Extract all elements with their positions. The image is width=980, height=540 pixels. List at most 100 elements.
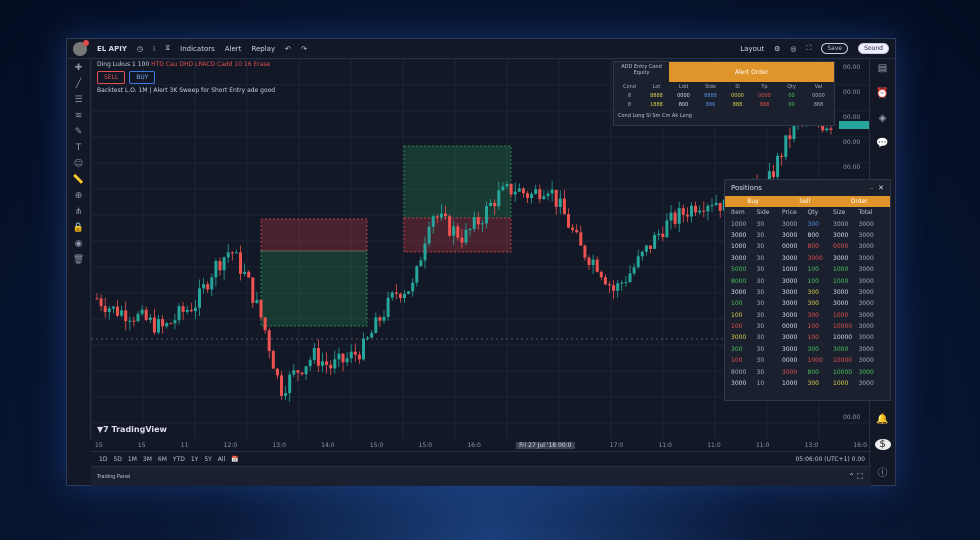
replay-button[interactable]: Replay <box>251 45 275 53</box>
pattern-icon[interactable]: ≋ <box>75 111 83 121</box>
book-row[interactable]: 3000 10 1000 300 1000 3000 <box>725 378 890 389</box>
buy-button[interactable]: BUY <box>129 71 156 84</box>
eye-icon[interactable]: ◉ <box>75 239 83 249</box>
tab-buy[interactable]: Buy <box>747 198 758 205</box>
candle <box>316 348 320 366</box>
chat-icon[interactable]: 💬 <box>876 138 888 149</box>
sell-button[interactable]: SELL <box>97 71 126 84</box>
candle <box>263 317 267 331</box>
timeframe-ytd[interactable]: YTD <box>173 456 185 463</box>
tab-sell[interactable]: Sell <box>799 198 810 205</box>
collapse-icon[interactable]: ⌃ ⛶ <box>848 472 863 482</box>
magnet-icon[interactable]: ⋔ <box>75 207 83 217</box>
info-cell: 0000 <box>677 93 690 99</box>
fib-icon[interactable]: ☰ <box>74 95 82 105</box>
candle <box>825 128 829 131</box>
book-cell: 3000 <box>858 288 874 296</box>
book-row[interactable]: 8000 30 3000 100 1000 3000 <box>725 275 890 286</box>
book-cell: 800 <box>807 368 819 376</box>
book-row[interactable]: 3000 30 3000 100 10000 3000 <box>725 332 890 343</box>
candle <box>325 361 329 365</box>
layout-button[interactable]: Layout <box>740 45 764 53</box>
minimize-icon[interactable]: – <box>870 184 874 192</box>
book-col-header: Size <box>833 209 846 217</box>
timeframe-1y[interactable]: 1Y <box>191 456 198 463</box>
book-row[interactable]: 100 30 3000 300 1000 3000 <box>725 310 890 321</box>
share-button[interactable]: Sound <box>858 43 889 54</box>
ruler-icon[interactable]: 📏 <box>73 175 84 185</box>
book-cell: 3000 <box>858 254 874 262</box>
settings-icon[interactable]: ⚙ <box>774 45 780 53</box>
book-row[interactable]: 3000 30 3000 300 3000 3000 <box>725 287 890 298</box>
candle <box>333 359 337 369</box>
timeframe-all[interactable]: All <box>218 456 225 463</box>
trading-panel-tab[interactable]: Trading Panel <box>97 474 130 480</box>
book-cell: 3000 <box>858 220 874 228</box>
book-row[interactable]: 8000 30 3000 800 10000 3000 <box>725 366 890 377</box>
save-button[interactable]: Save <box>821 43 849 54</box>
book-cell: 100 <box>807 334 819 342</box>
book-col-header: Qty <box>807 209 819 217</box>
positions-title: Positions <box>731 184 762 192</box>
avatar[interactable] <box>73 39 89 56</box>
date-range-icon[interactable]: 📅 <box>231 456 238 463</box>
book-row[interactable]: 1000 30 3000 300 3000 3000 <box>725 218 890 229</box>
alert-order-button[interactable]: Alert Order <box>669 62 834 82</box>
clock-icon[interactable]: ◷ <box>137 45 143 53</box>
book-row[interactable]: 100 30 3000 300 3000 3000 <box>725 298 890 309</box>
book-row[interactable]: 100 30 0000 100 10000 3000 <box>725 321 890 332</box>
close-icon[interactable]: ✕ <box>878 184 884 192</box>
book-row[interactable]: 3000 30 3000 800 3000 3000 <box>725 230 890 241</box>
price-tick: 00.00 <box>843 139 860 146</box>
info-sub: Equity <box>633 70 650 76</box>
dollar-icon[interactable]: $ <box>874 439 891 450</box>
book-cell: 3000 <box>858 311 874 319</box>
crosshair-icon[interactable]: ✚ <box>75 63 83 73</box>
book-cell: 1000 <box>833 277 849 285</box>
lock-icon[interactable]: 🔒 <box>73 223 84 233</box>
data-window-icon[interactable]: ◈ <box>879 113 887 124</box>
candle <box>288 374 292 394</box>
interval-button[interactable]: ⁞ <box>153 45 155 53</box>
timeframe-1m[interactable]: 1M <box>128 456 137 463</box>
price-tick: 00.00 <box>843 114 860 121</box>
candle <box>255 299 259 303</box>
indicators-button[interactable]: Indicators <box>180 45 215 53</box>
timeframe-6m[interactable]: 6M <box>158 456 167 463</box>
timeframe-5y[interactable]: 5Y <box>204 456 211 463</box>
fullscreen-icon[interactable]: ⛶ <box>806 44 811 53</box>
watchlist-icon[interactable]: ▤ <box>878 63 887 74</box>
candle <box>423 243 427 261</box>
candle <box>579 232 583 246</box>
redo-icon[interactable]: ↷ <box>301 45 307 53</box>
camera-icon[interactable]: ◎ <box>790 45 796 53</box>
current-price-label <box>839 121 869 129</box>
book-row[interactable]: 300 30 3000 300 3000 3000 <box>725 344 890 355</box>
alerts-icon[interactable]: ⏰ <box>876 88 888 99</box>
notification-icon[interactable]: 🔔 <box>876 414 888 425</box>
timeframe-5d[interactable]: 5D <box>113 456 121 463</box>
brush-icon[interactable]: ✎ <box>75 127 83 137</box>
trendline-icon[interactable]: ╱ <box>76 79 81 89</box>
trash-icon[interactable]: 🗑 <box>73 255 84 265</box>
smile-icon[interactable]: ☺ <box>74 159 83 169</box>
zoom-icon[interactable]: ⊕ <box>75 191 83 201</box>
book-row[interactable]: 1000 30 0000 800 0000 3000 <box>725 241 890 252</box>
time-tick: 16:0 <box>853 441 867 449</box>
candle <box>534 189 538 194</box>
book-cell: 0000 <box>782 357 798 365</box>
tab-order[interactable]: Order <box>851 198 868 205</box>
alert-button[interactable]: Alert <box>225 45 242 53</box>
book-row[interactable]: 100 30 0000 1000 10000 3000 <box>725 355 890 366</box>
book-row[interactable]: 5000 30 1000 100 1000 3000 <box>725 264 890 275</box>
candle <box>493 202 497 207</box>
book-row[interactable]: 3000 30 3000 3000 3000 3000 <box>725 253 890 264</box>
help-icon[interactable]: ⓘ <box>878 464 888 479</box>
symbol-search[interactable]: EL APIY <box>97 45 127 53</box>
chart-type-icon[interactable]: ⧖ <box>165 44 170 53</box>
timeframe-1d[interactable]: 1D <box>99 456 107 463</box>
timeframe-3m[interactable]: 3M <box>143 456 152 463</box>
undo-icon[interactable]: ↶ <box>285 45 291 53</box>
text-icon[interactable]: T <box>76 143 82 153</box>
candle <box>251 277 255 303</box>
